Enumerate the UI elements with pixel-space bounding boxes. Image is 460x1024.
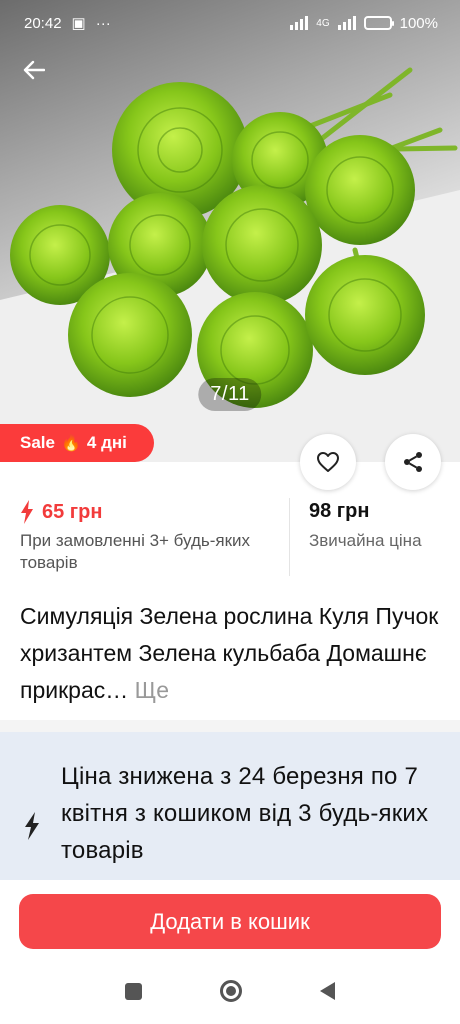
section-divider <box>0 720 460 732</box>
system-nav-bar <box>0 958 460 1024</box>
home-icon[interactable] <box>220 980 242 1002</box>
add-to-cart-button[interactable]: Додати в кошик <box>19 894 441 949</box>
battery-icon <box>363 16 394 30</box>
status-extra: ··· <box>95 14 111 32</box>
sale-price: 65 грн <box>42 500 103 523</box>
product-title[interactable]: Симуляція Зелена рослина Куля Пучок хриз… <box>20 598 440 709</box>
network-type: 4G <box>316 17 330 29</box>
regular-price-block: 98 грн Звичайна ціна <box>309 500 422 551</box>
back-arrow-icon <box>23 60 45 80</box>
lightning-icon <box>21 500 33 524</box>
more-link[interactable]: Ще <box>135 677 169 703</box>
nav-back-icon[interactable] <box>320 982 335 1000</box>
share-button[interactable] <box>385 434 441 490</box>
fire-icon: 🔥 <box>60 435 81 452</box>
signal-icon-2 <box>337 16 356 30</box>
sale-label: Sale <box>20 433 55 452</box>
bottom-action-bar: Додати в кошик <box>0 880 460 958</box>
sale-badge: Sale 🔥 4 дні <box>0 424 154 462</box>
favorite-button[interactable] <box>300 434 356 490</box>
sale-days: 4 дні <box>86 433 127 452</box>
status-bar: 20:42 ▣ ··· 4G 100% <box>0 0 460 46</box>
lightning-icon <box>25 812 39 840</box>
back-button[interactable] <box>18 54 50 86</box>
heart-icon <box>317 452 339 472</box>
bulk-price-block: 65 грн При замовленні 3+ будь-яких товар… <box>20 500 280 574</box>
promo-text: Ціна знижена з 24 березня по 7 квітня з … <box>61 763 429 864</box>
price-section: 65 грн При замовленні 3+ будь-яких товар… <box>0 496 460 580</box>
image-counter: 7/11 <box>198 378 262 411</box>
regular-price-label: Звичайна ціна <box>309 531 422 550</box>
price-divider <box>289 498 290 576</box>
recents-icon[interactable] <box>125 982 142 1000</box>
signal-icon <box>290 16 309 30</box>
promo-info-card: Ціна знижена з 24 березня по 7 квітня з … <box>0 732 460 880</box>
regular-price: 98 грн <box>309 500 370 522</box>
notification-icon: ▣ <box>71 15 86 32</box>
share-icon <box>404 452 422 472</box>
battery-level: 100% <box>399 14 438 32</box>
price-condition: При замовленні 3+ будь-яких товарів <box>20 531 251 572</box>
status-time: 20:42 <box>24 14 62 32</box>
product-title-text: Симуляція Зелена рослина Куля Пучок хриз… <box>20 603 439 703</box>
